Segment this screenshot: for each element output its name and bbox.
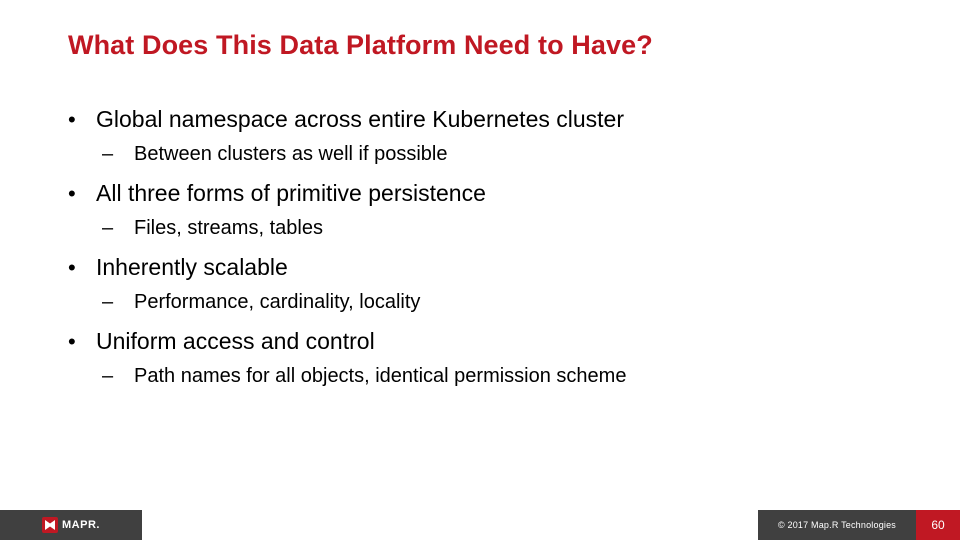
footer-copyright: © 2017 Map.R Technologies	[758, 510, 916, 540]
footer-logo-area: MAPR.	[0, 510, 142, 540]
bullet-level2: – Files, streams, tables	[102, 217, 888, 240]
dash-icon: –	[102, 291, 134, 314]
page-number: 60	[916, 510, 960, 540]
bullet-level2: – Performance, cardinality, locality	[102, 291, 888, 314]
bullet-level2: – Between clusters as well if possible	[102, 143, 888, 166]
bullet-text: Uniform access and control	[96, 328, 375, 355]
bullet-text: Global namespace across entire Kubernete…	[96, 106, 624, 133]
bullet-level1: • Inherently scalable	[68, 254, 888, 281]
bullet-level1: • Global namespace across entire Kuberne…	[68, 106, 888, 133]
logo-text: MAPR.	[62, 519, 100, 531]
bullet-level2: – Path names for all objects, identical …	[102, 365, 888, 388]
bullet-icon: •	[68, 255, 96, 281]
dash-icon: –	[102, 217, 134, 240]
bullet-icon: •	[68, 107, 96, 133]
slide: What Does This Data Platform Need to Hav…	[0, 0, 960, 540]
bullet-level1: • All three forms of primitive persisten…	[68, 180, 888, 207]
footer-spacer	[142, 510, 758, 540]
bullet-text: All three forms of primitive persistence	[96, 180, 486, 207]
slide-content: • Global namespace across entire Kuberne…	[68, 92, 888, 388]
logo: MAPR.	[42, 517, 100, 533]
dash-icon: –	[102, 365, 134, 388]
logo-mark-icon	[42, 517, 58, 533]
bullet-icon: •	[68, 181, 96, 207]
dash-icon: –	[102, 143, 134, 166]
bullet-text: Between clusters as well if possible	[134, 143, 447, 166]
bullet-level1: • Uniform access and control	[68, 328, 888, 355]
slide-title: What Does This Data Platform Need to Hav…	[68, 30, 653, 61]
bullet-text: Files, streams, tables	[134, 217, 323, 240]
bullet-text: Inherently scalable	[96, 254, 288, 281]
bullet-icon: •	[68, 329, 96, 355]
bullet-text: Path names for all objects, identical pe…	[134, 365, 626, 388]
footer-bar: MAPR. © 2017 Map.R Technologies 60	[0, 510, 960, 540]
bullet-text: Performance, cardinality, locality	[134, 291, 420, 314]
